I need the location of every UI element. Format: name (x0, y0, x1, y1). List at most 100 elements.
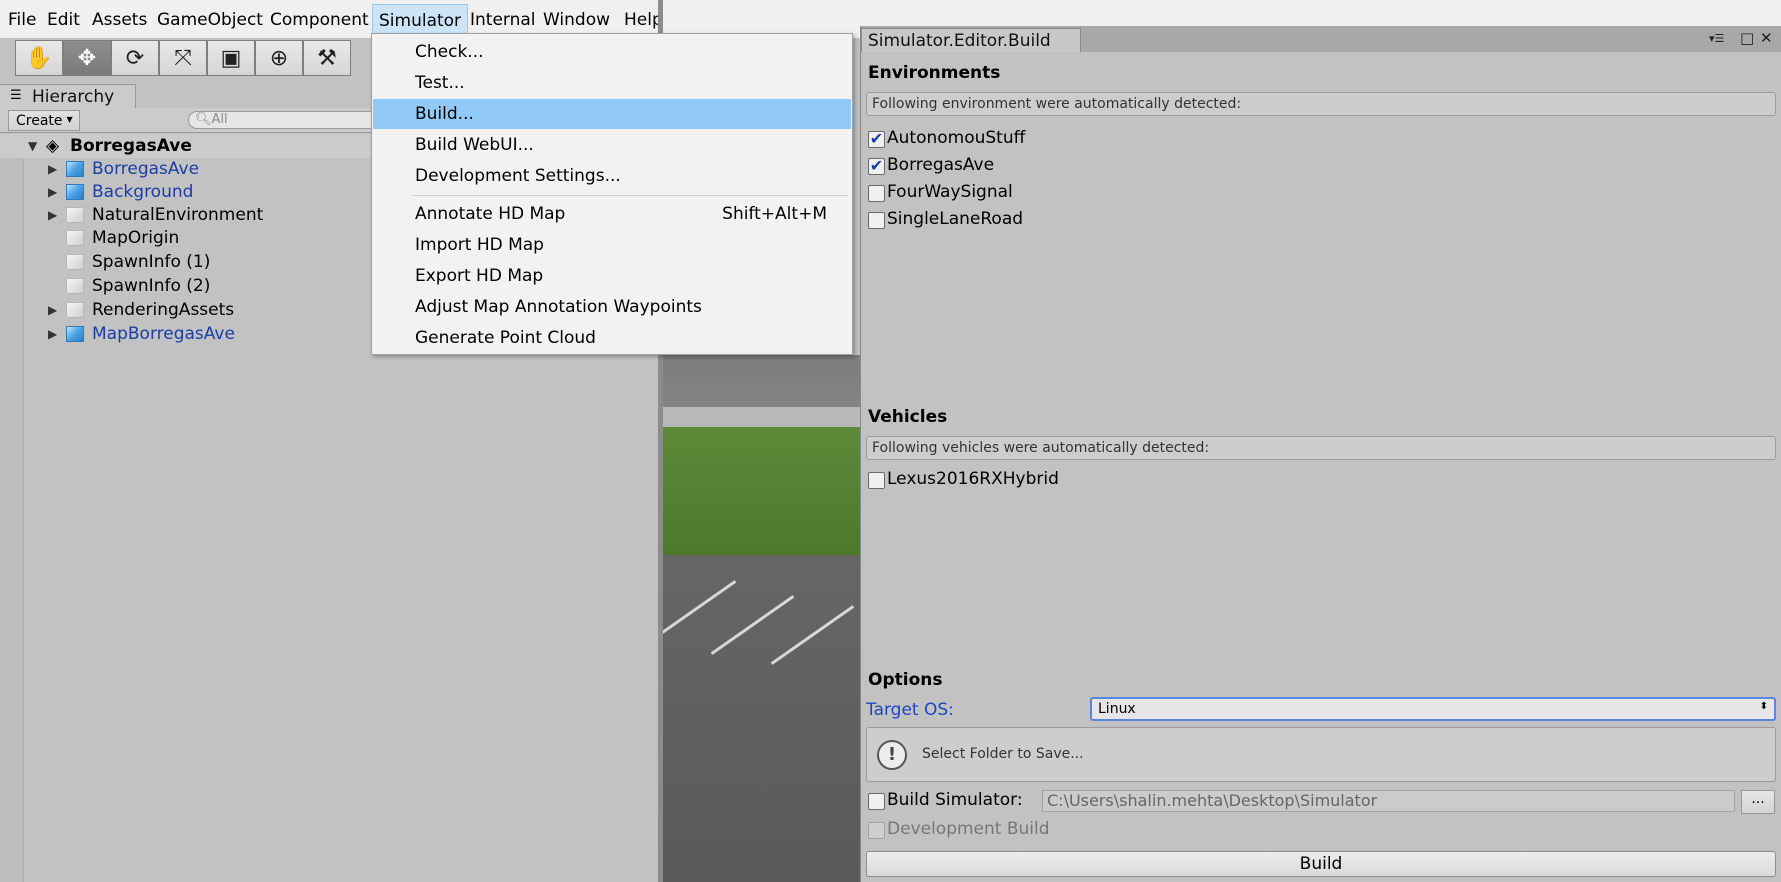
hierarchy-gutter (0, 134, 24, 882)
menu-gameobject[interactable]: GameObject (157, 10, 263, 30)
menu-item-label: Adjust Map Annotation Waypoints (415, 297, 702, 317)
unity-scene-icon: ◈ (46, 136, 60, 156)
menu-item-build-webui[interactable]: Build WebUI... (373, 130, 851, 160)
maximize-icon[interactable]: □ (1740, 29, 1754, 47)
create-button-label: Create (16, 113, 63, 129)
env-label: SingleLaneRoad (887, 209, 1024, 229)
scene-view[interactable] (663, 355, 860, 882)
menu-help[interactable]: Help (624, 10, 663, 30)
scale-tool-icon[interactable]: ⤧ (159, 40, 207, 76)
menu-item-export-hd-map[interactable]: Export HD Map (373, 261, 851, 291)
build-simulator-label: Build Simulator: (887, 790, 1023, 810)
prefab-cube-icon (66, 161, 84, 177)
menu-item-adjust-waypoints[interactable]: Adjust Map Annotation Waypoints (373, 292, 851, 322)
menu-item-label: Generate Point Cloud (415, 328, 596, 348)
env-checkbox-borregasave[interactable]: ✔ (868, 158, 885, 175)
build-window: Simulator.Editor.Build ▾☰ □ ✕ Environmen… (860, 26, 1781, 882)
menu-simulator[interactable]: Simulator (372, 4, 469, 36)
gameobject-cube-icon (66, 254, 84, 270)
menu-item-build[interactable]: Build... (373, 99, 851, 129)
tab-hierarchy[interactable]: ☰ Hierarchy (0, 84, 136, 108)
menu-item-label: Check... (415, 42, 484, 62)
info-icon: ! (877, 740, 907, 770)
development-build-checkbox[interactable] (868, 822, 885, 839)
target-os-select[interactable]: Linux ⬍ (1090, 697, 1776, 721)
hierarchy-item-label: SpawnInfo (2) (92, 276, 211, 296)
expand-arrow-icon[interactable]: ▼ (28, 134, 37, 158)
create-button[interactable]: Create ▼ (8, 110, 80, 131)
tab-hierarchy-label: Hierarchy (32, 87, 115, 107)
build-tab-title: Simulator.Editor.Build (868, 31, 1051, 51)
scene-parking-lot (663, 555, 860, 882)
prefab-cube-icon (66, 184, 84, 200)
tab-simulator-editor-build[interactable]: Simulator.Editor.Build (861, 28, 1081, 52)
env-checkbox-fourwaysignal[interactable] (868, 185, 885, 202)
menu-edit[interactable]: Edit (47, 10, 80, 30)
options-heading: Options (868, 670, 943, 690)
menu-component[interactable]: Component (270, 10, 369, 30)
rect-tool-icon[interactable]: ▣ (207, 40, 255, 76)
simulator-menu: Check... Test... Build... Build WebUI...… (371, 33, 853, 355)
close-icon[interactable]: ✕ (1760, 29, 1773, 47)
menu-item-import-hd-map[interactable]: Import HD Map (373, 230, 851, 260)
move-tool-icon[interactable]: ✥ (63, 40, 111, 76)
menu-item-label: Build... (415, 104, 474, 124)
expand-arrow-icon[interactable]: ▶ (48, 322, 57, 346)
search-icon: 🔍︎ (195, 112, 212, 127)
folder-warning-box: ! Select Folder to Save... (866, 727, 1776, 782)
prefab-cube-icon (66, 326, 84, 342)
vehicles-help: Following vehicles were automatically de… (866, 436, 1776, 460)
menu-item-label: Build WebUI... (415, 135, 534, 155)
window-menu-icon[interactable]: ▾☰ (1709, 32, 1724, 45)
hierarchy-item-label: RenderingAssets (92, 300, 235, 320)
menu-item-check[interactable]: Check... (373, 37, 851, 67)
rotate-tool-icon[interactable]: ⟳ (111, 40, 159, 76)
target-os-label: Target OS: (866, 700, 954, 720)
environments-heading: Environments (868, 63, 1001, 83)
vehicles-heading: Vehicles (868, 407, 948, 427)
menu-item-shortcut: Shift+Alt+M (722, 204, 827, 224)
menu-internal[interactable]: Internal (470, 10, 536, 30)
development-build-label: Development Build (887, 819, 1050, 839)
build-path-field[interactable]: C:\Users\shalin.mehta\Desktop\Simulator (1042, 790, 1735, 812)
gameobject-cube-icon (66, 230, 84, 246)
browse-button[interactable]: ... (1741, 790, 1775, 814)
menu-window[interactable]: Window (543, 10, 610, 30)
hierarchy-item-label: SpawnInfo (1) (92, 252, 211, 272)
menu-item-label: Development Settings... (415, 166, 621, 186)
menu-assets[interactable]: Assets (92, 10, 147, 30)
dropdown-arrow-icon: ▼ (66, 115, 73, 124)
hierarchy-search-input[interactable]: 🔍︎All (188, 111, 388, 129)
expand-arrow-icon[interactable]: ▶ (48, 203, 57, 227)
search-placeholder: All (211, 112, 228, 127)
custom-tool-icon[interactable]: ⚒ (303, 40, 351, 76)
scene-name: BorregasAve (70, 136, 192, 156)
menu-separator (412, 195, 848, 196)
vehicle-checkbox-lexus2016rxhybrid[interactable] (868, 472, 885, 489)
menu-item-development-settings[interactable]: Development Settings... (373, 161, 851, 191)
menu-file[interactable]: File (8, 10, 36, 30)
hierarchy-item-label: BorregasAve (92, 159, 200, 179)
environments-help: Following environment were automatically… (866, 92, 1776, 116)
hand-tool-icon[interactable]: ✋ (15, 40, 63, 76)
expand-arrow-icon[interactable]: ▶ (48, 157, 57, 181)
gameobject-cube-icon (66, 302, 84, 318)
folder-message: Select Folder to Save... (922, 746, 1084, 762)
expand-arrow-icon[interactable]: ▶ (48, 180, 57, 204)
expand-arrow-icon[interactable]: ▶ (48, 298, 57, 322)
build-simulator-checkbox[interactable] (868, 793, 885, 810)
menu-item-annotate-hd-map[interactable]: Annotate HD Map Shift+Alt+M (373, 199, 851, 229)
menu-item-test[interactable]: Test... (373, 68, 851, 98)
target-os-value: Linux (1098, 701, 1136, 717)
hierarchy-item-label: MapBorregasAve (92, 324, 235, 344)
env-checkbox-singlelaneroad[interactable] (868, 212, 885, 229)
env-label: BorregasAve (887, 155, 995, 175)
gameobject-cube-icon (66, 207, 84, 223)
env-checkbox-autonomoustuff[interactable]: ✔ (868, 131, 885, 148)
transform-tool-icon[interactable]: ⊕ (255, 40, 303, 76)
menu-item-label: Test... (415, 73, 465, 93)
list-icon: ☰ (10, 88, 22, 103)
hierarchy-item-label: MapOrigin (92, 228, 180, 248)
build-button[interactable]: Build (866, 851, 1776, 877)
menu-item-generate-point-cloud[interactable]: Generate Point Cloud (373, 323, 851, 353)
